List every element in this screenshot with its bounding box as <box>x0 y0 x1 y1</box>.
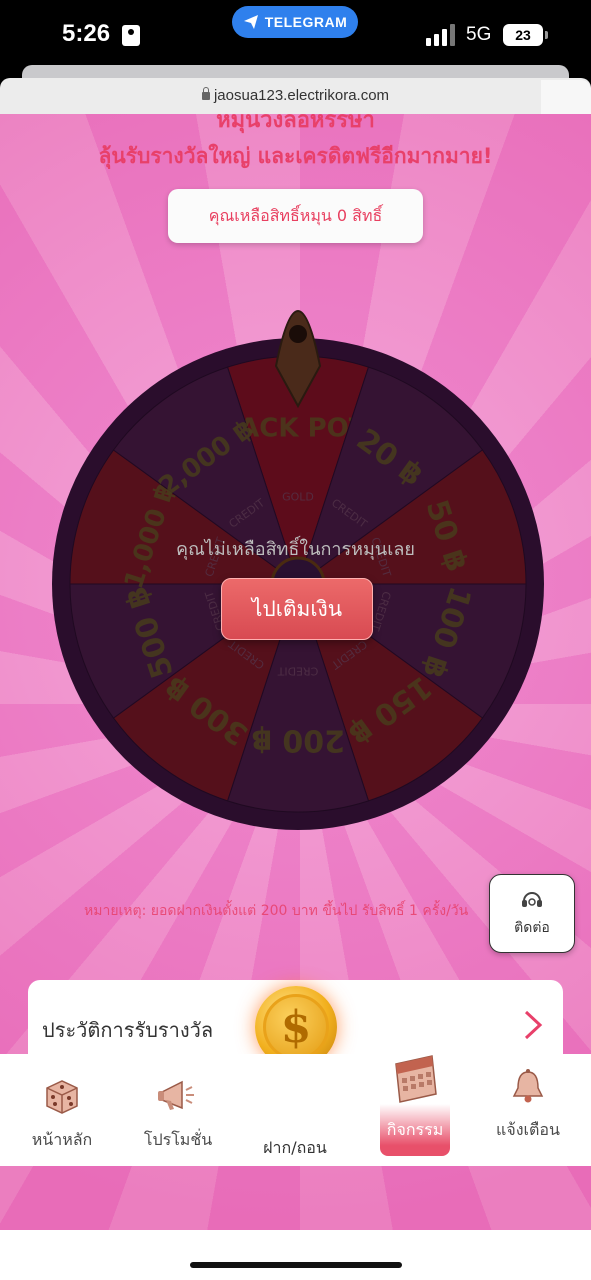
dice-icon <box>46 1080 78 1114</box>
wheel-pointer-hole <box>289 325 307 343</box>
lock-icon <box>201 87 210 100</box>
telegram-label: TELEGRAM <box>264 14 348 30</box>
nav-home-label: หน้าหลัก <box>31 1130 93 1149</box>
chevron-right-icon[interactable] <box>522 1010 544 1040</box>
bottom-nav: หน้าหลัก โปรโมชั่น ฝาก/ถอน กิจกรรม แจ้งเ… <box>0 1054 591 1166</box>
nav-activity[interactable]: กิจกรรม <box>380 1054 450 1166</box>
bell-icon <box>512 1069 544 1103</box>
spins-remaining-box: คุณเหลือสิทธิ์หมุน 0 สิทธิ์ <box>168 189 423 243</box>
home-indicator-area <box>0 1230 591 1280</box>
spins-remaining-text: คุณเหลือสิทธิ์หมุน 0 สิทธิ์ <box>208 205 383 225</box>
network-type: 5G <box>466 24 492 45</box>
nav-activity-label: กิจกรรม <box>386 1120 444 1139</box>
nav-deposit[interactable]: ฝาก/ถอน <box>250 1054 340 1166</box>
coin-face: $ <box>263 994 329 1060</box>
nav-home[interactable]: หน้าหลัก <box>22 1054 102 1166</box>
status-time: 5:26 <box>62 20 111 47</box>
battery-icon: 23 <box>503 24 543 46</box>
page-content: หมุนวงล้อหรรษา ลุ้นรับรางวัลใหญ่ และเครด… <box>0 114 591 1230</box>
reward-history-label: ประวัติการรับรางวัล <box>42 1018 214 1042</box>
home-indicator[interactable] <box>190 1262 402 1268</box>
url-text: jaosua123.electrikora.com <box>213 87 390 104</box>
battery-tip <box>545 31 548 39</box>
contact-label: ติดต่อ <box>514 919 550 936</box>
nav-notify[interactable]: แจ้งเตือน <box>488 1054 568 1166</box>
calendar-icon <box>395 1055 437 1103</box>
nav-notify-label: แจ้งเตือน <box>496 1120 560 1139</box>
deposit-note: หมายเหตุ: ยอดฝากเงินตั้งแต่ 200 บาท ขึ้น… <box>84 903 469 919</box>
no-spins-message: คุณไม่เหลือสิทธิ์ในการหมุนเลย <box>176 539 415 560</box>
nav-promo[interactable]: โปรโมชั่น <box>138 1054 218 1166</box>
nav-deposit-label: ฝาก/ถอน <box>263 1138 327 1157</box>
telegram-pill[interactable]: TELEGRAM <box>232 6 358 38</box>
contact-button[interactable]: ติดต่อ <box>489 874 575 953</box>
megaphone-icon <box>158 1080 194 1110</box>
battery-level: 23 <box>515 27 531 43</box>
headset-icon <box>522 891 542 907</box>
page-subtitle: ลุ้นรับรางวัลใหญ่ และเครดิตฟรีอีกมากมาย! <box>98 144 493 168</box>
contact-card-icon <box>122 25 140 46</box>
nav-promo-label: โปรโมชั่น <box>143 1130 213 1149</box>
paper-plane-icon <box>243 15 258 29</box>
signal-icon <box>426 24 455 46</box>
url-display[interactable]: jaosua123.electrikora.com <box>0 87 591 104</box>
prize-wheel: JACK POTGOLD20 ฿CREDIT50 ฿CREDIT100 ฿CRE… <box>52 310 544 830</box>
page-title: หมุนวงล้อหรรษา <box>216 114 375 133</box>
topup-button[interactable]: ไปเติมเงิน <box>221 578 373 640</box>
